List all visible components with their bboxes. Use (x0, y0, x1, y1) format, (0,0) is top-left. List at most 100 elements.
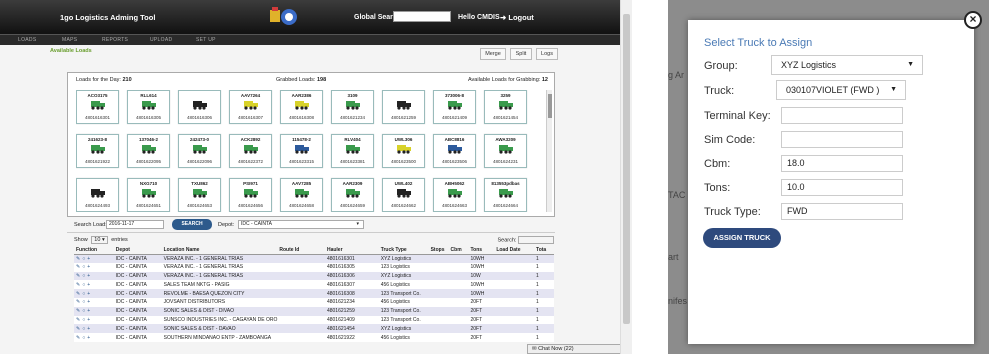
table-row[interactable]: ✎○+ IDC - CAINTA REVOLME - BAESA QUEZON CI… (74, 289, 554, 298)
close-icon[interactable]: × (964, 11, 982, 29)
load-card[interactable]: RLL614 4801616305 (127, 90, 170, 124)
depot-select[interactable]: IDC - CAINTA ▾ (238, 220, 364, 229)
menu-maps[interactable]: MAPS (62, 37, 77, 43)
cbm-input[interactable]: 18.0 (781, 155, 903, 172)
page-scrollbar[interactable] (620, 0, 632, 354)
load-card[interactable]: UWL306 4801623500 (382, 134, 425, 168)
load-card[interactable]: 3109 4801621234 (331, 90, 374, 124)
table-cell (448, 289, 469, 298)
load-card[interactable]: ABH5062 4801624663 (433, 178, 476, 212)
column-header[interactable]: Tons (468, 246, 495, 255)
table-row[interactable]: ✎○+ IDC - CAINTA SONIC SALES & DIST - DIVA… (74, 306, 554, 316)
add-icon[interactable]: + (87, 335, 92, 341)
entries-select[interactable]: 10 ▾ (91, 236, 108, 244)
load-card[interactable]: 242473-0 4801622096 (178, 134, 221, 168)
truck-icon (346, 101, 360, 110)
add-icon[interactable]: + (87, 291, 92, 297)
logs-button[interactable]: Logs (536, 48, 558, 60)
load-card[interactable]: 373006-8 4801621409 (433, 90, 476, 124)
tons-input[interactable]: 10.0 (781, 179, 903, 196)
background-text: g Ar (668, 70, 685, 80)
table-row[interactable]: ✎○+ IDC - CAINTA SALES TEAM NKTG - PASIG 48… (74, 280, 554, 290)
load-card[interactable]: RLV404 4801623381 (331, 134, 374, 168)
column-header[interactable]: Location Name (161, 246, 278, 255)
menu-loads[interactable]: LOADS (18, 37, 36, 43)
search-button[interactable]: SEARCH (172, 219, 212, 230)
table-row[interactable]: ✎○+ IDC - CAINTA JOVSANT DISTRIBUTORS 48016… (74, 297, 554, 307)
add-icon[interactable]: + (87, 282, 92, 288)
terminal-key-input[interactable] (781, 107, 903, 124)
load-card[interactable]: 4801616306 (178, 90, 221, 124)
load-card[interactable]: ACK2892 4801622372 (229, 134, 272, 168)
load-card[interactable]: ABC8816 4801623506 (433, 134, 476, 168)
load-card[interactable]: 813553pdbas 4801624664 (484, 178, 527, 212)
chat-now-button[interactable]: ✉ Chat Now (22) (527, 344, 623, 354)
merge-button[interactable]: Merge (480, 48, 506, 60)
truck-select[interactable]: 030107VIOLET (FWD ) ▼ (776, 80, 906, 100)
load-card[interactable]: ACO3175 4801616301 (76, 90, 119, 124)
cards-scrollbar[interactable] (546, 90, 552, 212)
add-icon[interactable]: + (87, 308, 92, 314)
load-card[interactable]: PSI971 4801624656 (229, 178, 272, 212)
row-actions: ✎○+ (74, 333, 114, 342)
global-search-input[interactable] (393, 11, 451, 22)
load-card[interactable]: AAR2386 4801616308 (280, 90, 323, 124)
load-card-number: 4801624493 (84, 203, 111, 208)
table-cell: 1 (534, 315, 554, 325)
table-cell: 1 (534, 280, 554, 290)
column-header[interactable]: Stops (428, 246, 449, 255)
logout-button[interactable]: ➜ Logout (500, 13, 534, 22)
load-card[interactable]: NXG710 4801624651 (127, 178, 170, 212)
table-search-input[interactable] (518, 236, 554, 244)
load-card-number: 4801616306 (186, 115, 213, 120)
add-icon[interactable]: + (87, 299, 92, 305)
load-date-input[interactable]: 2016-11-17 (106, 220, 164, 229)
load-card[interactable]: 137046-2 4801622095 (127, 134, 170, 168)
load-card[interactable]: 241623-8 4801621922 (76, 134, 119, 168)
column-header[interactable]: Load Date (494, 246, 535, 255)
table-row[interactable]: ✎○+ IDC - CAINTA SOUTHERN MINDANAO ENTP - … (74, 333, 554, 342)
menu-reports[interactable]: REPORTS (102, 37, 128, 43)
load-card[interactable]: 115478-2 4801623315 (280, 134, 323, 168)
table-cell: 20FT (468, 315, 495, 325)
sim-code-input[interactable] (781, 131, 903, 148)
column-header[interactable]: Tota (534, 246, 554, 255)
table-cell: SONIC SALES & DIST - DIVAO (161, 306, 278, 316)
load-card[interactable]: AAV7285 4801624658 (280, 178, 323, 212)
load-card[interactable]: AAR2309 4801624659 (331, 178, 374, 212)
truck-icon (346, 189, 360, 198)
load-card-id: 373006-8 (444, 93, 465, 98)
table-row[interactable]: ✎○+ IDC - CAINTA VERAZA INC. - 1 GENERAL T… (74, 271, 554, 281)
add-icon[interactable]: + (87, 256, 92, 262)
load-card[interactable]: AAV7264 4801616307 (229, 90, 272, 124)
table-row[interactable]: ✎○+ IDC - CAINTA SONIC SALES & DIST - DAVA… (74, 324, 554, 334)
table-row[interactable]: ✎○+ IDC - CAINTA VERAZA INC. - 1 GENERAL T… (74, 262, 554, 272)
column-header[interactable]: Depot (113, 246, 162, 255)
menu-upload[interactable]: UPLOAD (150, 37, 172, 43)
load-card[interactable]: UWL402 4801624662 (382, 178, 425, 212)
load-card[interactable]: AWA3209 4801624231 (484, 134, 527, 168)
menu-setup[interactable]: SET UP (196, 37, 216, 43)
assign-truck-button[interactable]: ASSIGN TRUCK (703, 228, 781, 248)
table-row[interactable]: ✎○+ IDC - CAINTA SUNSCO INDUSTRIES INC. - … (74, 315, 554, 325)
column-header[interactable]: Hauler (324, 246, 379, 255)
column-header[interactable]: Route Id (277, 246, 325, 255)
add-icon[interactable]: + (87, 273, 92, 279)
add-icon[interactable]: + (87, 264, 92, 270)
add-icon[interactable]: + (87, 317, 92, 323)
load-card[interactable]: TXU862 4801624653 (178, 178, 221, 212)
load-card[interactable]: 4801621259 (382, 90, 425, 124)
load-card[interactable]: 4801624493 (76, 178, 119, 212)
truck-type-input[interactable]: FWD (781, 203, 903, 220)
table-row[interactable]: ✎○+ IDC - CAINTA VERAZA INC. - 1 GENERAL T… (74, 254, 554, 263)
table-cell: SUNSCO INDUSTRIES INC. - CAGAYAN DE ORO (161, 315, 278, 325)
truck-label: Truck: (704, 85, 735, 97)
split-button[interactable]: Split (510, 48, 532, 60)
column-header[interactable]: Cbm (448, 246, 469, 255)
column-header[interactable]: Function (74, 246, 114, 255)
column-header[interactable]: Truck Type (378, 246, 429, 255)
group-select[interactable]: XYZ Logistics ▼ (771, 55, 923, 75)
load-card[interactable]: 3259 4801621454 (484, 90, 527, 124)
row-actions: ✎○+ (74, 271, 114, 281)
add-icon[interactable]: + (87, 326, 92, 332)
